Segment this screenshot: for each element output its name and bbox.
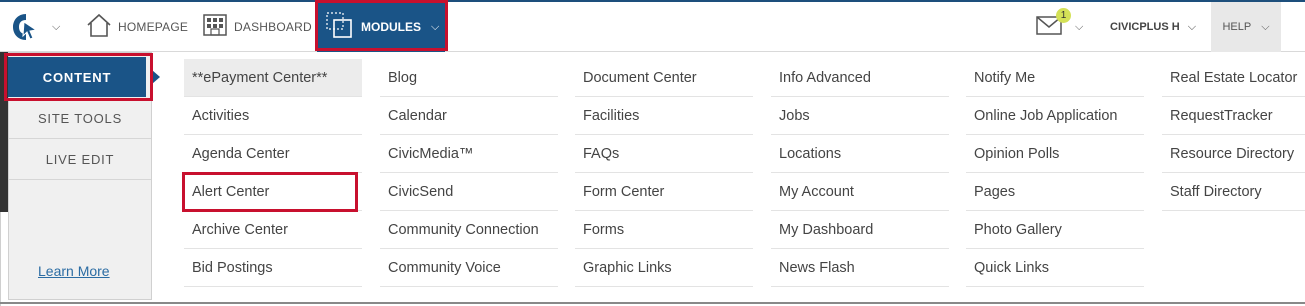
nav-homepage-label: HOMEPAGE: [118, 20, 189, 34]
panel-bottom-border: [0, 302, 1305, 304]
module-link[interactable]: Photo Gallery: [966, 211, 1144, 249]
top-navigation-bar: ⌵ HOMEPAGE DASHBOARD MODULES ⌵ 1 ⌵ CIVIC…: [0, 0, 1305, 52]
module-column-5: Notify Me Online Job Application Opinion…: [966, 59, 1144, 287]
module-link[interactable]: Community Connection: [380, 211, 558, 249]
help-menu[interactable]: HELP ⌵: [1211, 2, 1281, 52]
module-link[interactable]: Real Estate Locator: [1162, 59, 1305, 97]
notification-count-badge: 1: [1056, 8, 1071, 23]
module-link[interactable]: Archive Center: [184, 211, 362, 249]
module-link[interactable]: Agenda Center: [184, 135, 362, 173]
module-link[interactable]: Forms: [575, 211, 753, 249]
nav-dashboard[interactable]: DASHBOARD: [202, 2, 312, 52]
module-column-4: Info Advanced Jobs Locations My Account …: [771, 59, 949, 287]
nav-modules-label: MODULES: [361, 20, 421, 34]
module-link[interactable]: Graphic Links: [575, 249, 753, 287]
module-link[interactable]: Online Job Application: [966, 97, 1144, 135]
module-link[interactable]: Bid Postings: [184, 249, 362, 287]
module-column-1: **ePayment Center** Activities Agenda Ce…: [184, 59, 362, 287]
help-chevron-down-icon: ⌵: [1261, 20, 1270, 33]
module-link[interactable]: CivicSend: [380, 173, 558, 211]
module-link[interactable]: Staff Directory: [1162, 173, 1305, 211]
module-link[interactable]: CivicMedia™: [380, 135, 558, 173]
module-link[interactable]: Resource Directory: [1162, 135, 1305, 173]
module-column-3: Document Center Facilities FAQs Form Cen…: [575, 59, 753, 287]
page-edge-stripe: [0, 52, 8, 212]
help-menu-label: HELP: [1222, 21, 1252, 33]
home-icon: [86, 12, 112, 43]
messages-chevron-down-icon[interactable]: ⌵: [1075, 2, 1083, 52]
module-link[interactable]: Jobs: [771, 97, 949, 135]
user-menu[interactable]: CIVICPLUS H ⌵: [1110, 2, 1196, 52]
module-link[interactable]: Info Advanced: [771, 59, 949, 97]
civicplus-logo-icon[interactable]: [10, 2, 42, 52]
module-link[interactable]: FAQs: [575, 135, 753, 173]
module-link[interactable]: Notify Me: [966, 59, 1144, 97]
module-link[interactable]: Activities: [184, 97, 362, 135]
module-link[interactable]: My Dashboard: [771, 211, 949, 249]
user-menu-label: CIVICPLUS H: [1110, 21, 1180, 33]
learn-more-link[interactable]: Learn More: [38, 263, 110, 279]
module-link-alert-center[interactable]: Alert Center: [184, 173, 362, 211]
nav-homepage[interactable]: HOMEPAGE: [86, 2, 188, 52]
logo-chevron-down-icon[interactable]: ⌵: [52, 2, 60, 52]
module-link[interactable]: Opinion Polls: [966, 135, 1144, 173]
module-link[interactable]: Form Center: [575, 173, 753, 211]
nav-dashboard-label: DASHBOARD: [234, 20, 312, 34]
module-link[interactable]: Blog: [380, 59, 558, 97]
module-column-2: Blog Calendar CivicMedia™ CivicSend Comm…: [380, 59, 558, 287]
module-link[interactable]: My Account: [771, 173, 949, 211]
nav-modules-button[interactable]: MODULES ⌵: [317, 2, 445, 52]
sidebar-item-content[interactable]: CONTENT: [8, 57, 146, 97]
dashboard-icon: [202, 12, 228, 43]
module-column-6: Real Estate Locator RequestTracker Resou…: [1162, 59, 1305, 211]
module-link[interactable]: News Flash: [771, 249, 949, 287]
module-link[interactable]: Quick Links: [966, 249, 1144, 287]
module-link[interactable]: Facilities: [575, 97, 753, 135]
sidebar-item-site-tools[interactable]: SITE TOOLS: [9, 98, 151, 139]
modules-chevron-down-icon: ⌵: [431, 20, 440, 33]
user-chevron-down-icon: ⌵: [1187, 20, 1197, 33]
active-pointer-arrow: [152, 70, 160, 84]
module-link[interactable]: Pages: [966, 173, 1144, 211]
module-link[interactable]: Calendar: [380, 97, 558, 135]
modules-icon: [325, 11, 353, 44]
module-link[interactable]: RequestTracker: [1162, 97, 1305, 135]
module-link[interactable]: Locations: [771, 135, 949, 173]
sidebar-item-live-edit[interactable]: LIVE EDIT: [9, 139, 151, 180]
module-link[interactable]: Document Center: [575, 59, 753, 97]
module-link[interactable]: Community Voice: [380, 249, 558, 287]
module-link[interactable]: **ePayment Center**: [184, 59, 362, 97]
